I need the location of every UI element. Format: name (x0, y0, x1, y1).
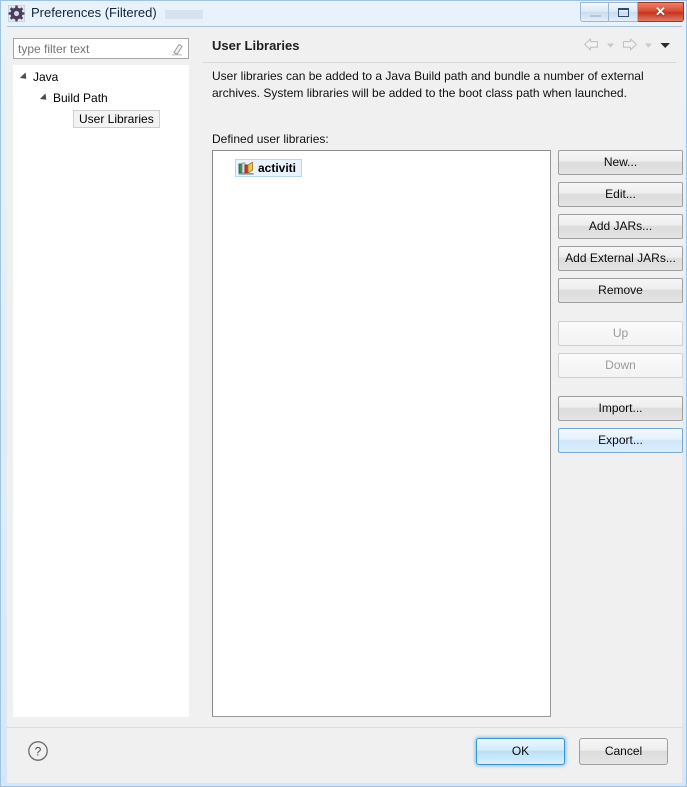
expand-arrow-icon[interactable] (19, 71, 30, 82)
library-actions: New... Edit... Add JARs... Add External … (558, 150, 686, 460)
minimize-button[interactable] (580, 2, 609, 22)
maximize-button[interactable] (609, 2, 638, 22)
eraser-icon[interactable] (170, 42, 184, 56)
preferences-tree[interactable]: Java Build Path User Libraries (13, 65, 189, 717)
page-header: User Libraries (203, 32, 676, 63)
panel-splitter[interactable] (198, 32, 202, 723)
list-item[interactable]: activiti (235, 159, 303, 177)
svg-text:?: ? (35, 745, 42, 759)
preferences-dialog-window: Preferences (Filtered) ✕ type filter tex… (0, 0, 687, 787)
library-books-icon (238, 160, 254, 176)
sidebar-item-java[interactable]: Java (14, 66, 188, 87)
down-button: Down (558, 353, 683, 378)
search-input[interactable] (18, 42, 158, 56)
close-button[interactable]: ✕ (638, 2, 684, 22)
gear-icon (7, 4, 26, 23)
sidebar-item-label: Build Path (53, 90, 108, 105)
import-button[interactable]: Import... (558, 396, 683, 421)
dialog-footer: ? OK Cancel (7, 727, 682, 783)
sidebar-item-build-path[interactable]: Build Path (14, 87, 188, 108)
add-jars-button[interactable]: Add JARs... (558, 214, 683, 239)
preference-page: User Libraries User libraries can be add… (203, 32, 683, 723)
filter-box[interactable] (13, 38, 189, 59)
close-icon: ✕ (655, 4, 666, 19)
page-navigation (583, 37, 670, 52)
export-button[interactable]: Export... (558, 428, 683, 453)
user-libraries-list[interactable]: activiti (212, 150, 551, 717)
chevron-down-icon[interactable] (605, 38, 616, 52)
edit-button[interactable]: Edit... (558, 182, 683, 207)
ok-button[interactable]: OK (476, 738, 565, 765)
page-description: User libraries can be added to a Java Bu… (212, 69, 644, 100)
help-question-icon[interactable]: ? (27, 740, 49, 762)
library-name: activiti (258, 161, 297, 175)
preferences-tree-panel: Java Build Path User Libraries (13, 32, 197, 723)
page-menu-chevron-down-icon[interactable] (659, 38, 670, 52)
window-controls: ✕ (580, 2, 684, 22)
expand-arrow-icon[interactable] (39, 92, 50, 103)
maximize-icon (618, 8, 629, 17)
minimize-icon (590, 15, 601, 17)
remove-button[interactable]: Remove (558, 278, 683, 303)
title-decoration (165, 10, 203, 19)
page-title: User Libraries (212, 38, 300, 53)
back-arrow-icon[interactable] (583, 37, 600, 52)
add-external-jars-button[interactable]: Add External JARs... (558, 246, 683, 271)
cancel-button[interactable]: Cancel (579, 738, 668, 765)
chevron-down-icon[interactable] (643, 38, 654, 52)
forward-arrow-icon[interactable] (621, 37, 638, 52)
dialog-body: Java Build Path User Libraries User Libr… (7, 27, 683, 727)
window-title: Preferences (Filtered) (31, 5, 157, 20)
sidebar-item-label: User Libraries (73, 109, 160, 128)
footer-buttons: OK Cancel (476, 738, 668, 765)
up-button: Up (558, 321, 683, 346)
defined-libraries-label: Defined user libraries: (212, 132, 329, 146)
sidebar-item-label: Java (33, 69, 59, 84)
sidebar-item-user-libraries[interactable]: User Libraries (14, 108, 188, 129)
new-button[interactable]: New... (558, 150, 683, 175)
title-bar: Preferences (Filtered) ✕ (1, 1, 687, 26)
